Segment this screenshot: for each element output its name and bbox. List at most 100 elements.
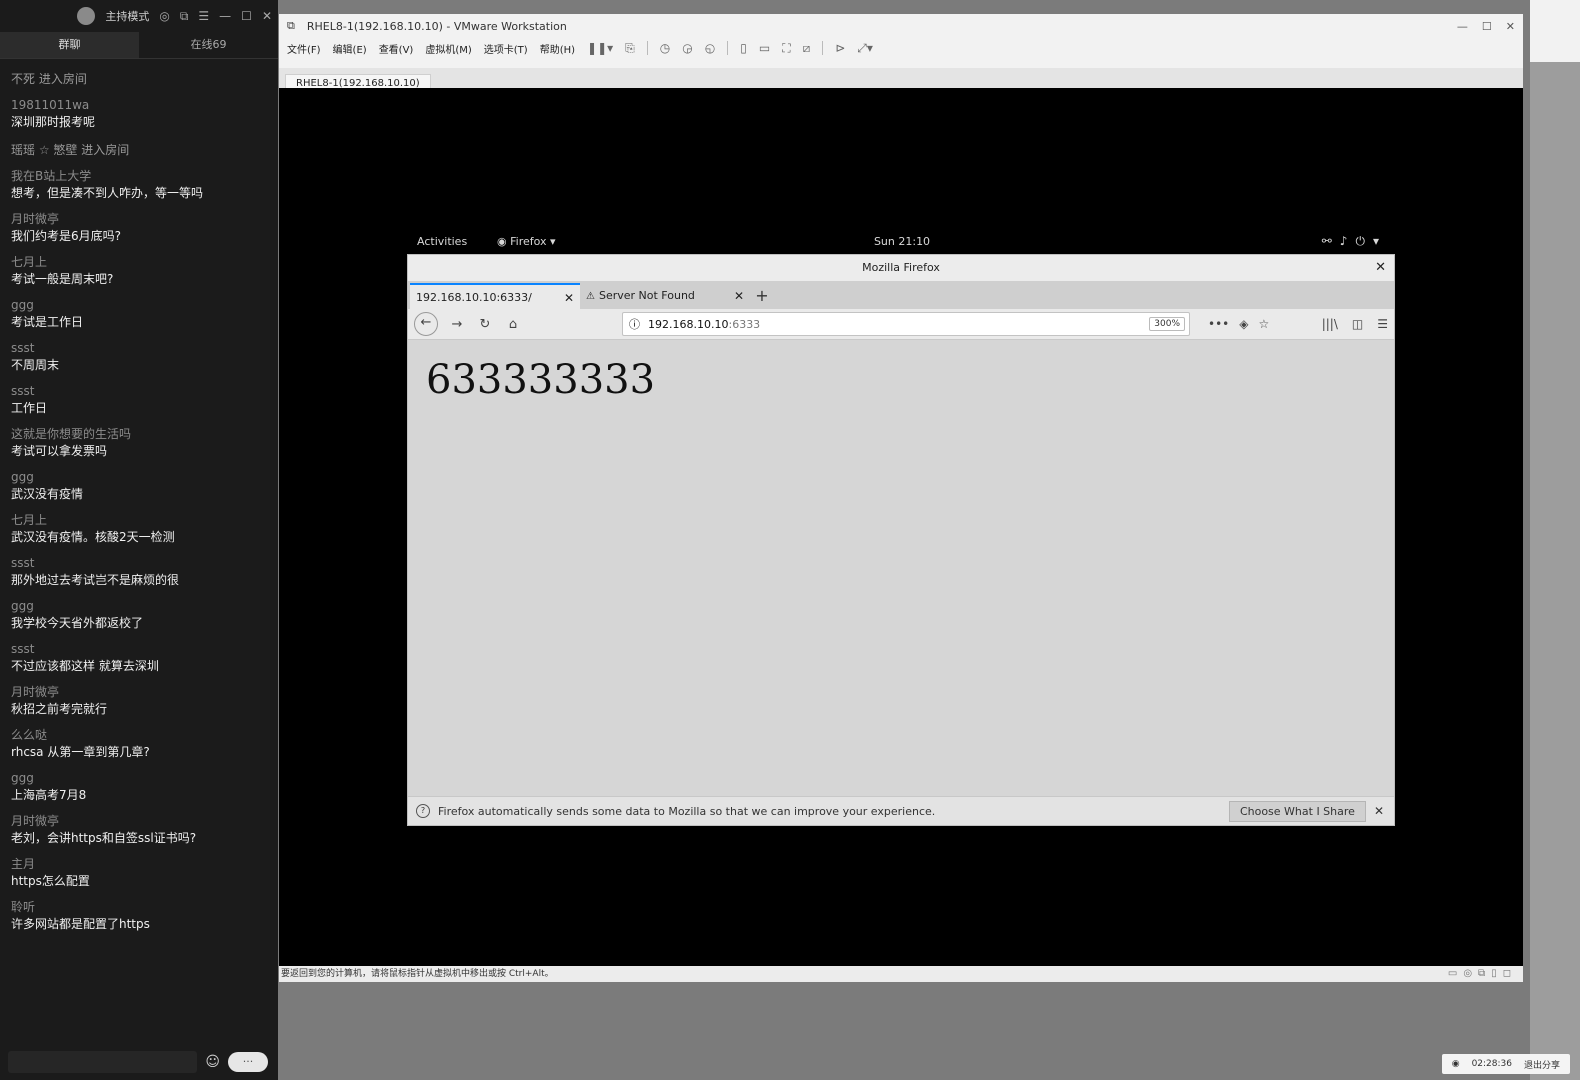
chat-message-list[interactable]: 不死 进入房间 19811011wa 深圳那时报考呢 瑶瑶 ☆ 慜壁 进入房间 我在B站…	[0, 66, 278, 1044]
chat-username[interactable]: 19811011wa	[11, 98, 267, 113]
help-icon: ?	[416, 804, 430, 818]
console-icon[interactable]: ⊳	[835, 41, 845, 55]
avatar[interactable]	[77, 7, 96, 25]
emoji-icon[interactable]: ☺	[205, 1054, 220, 1070]
sidebar-icon[interactable]: ◫	[1352, 317, 1363, 331]
menu-view[interactable]: 查看(V)	[379, 41, 414, 56]
clock[interactable]: Sun 21:10	[407, 235, 1397, 248]
info-icon[interactable]: ⓘ	[629, 316, 640, 332]
chat-username[interactable]: 聆听	[11, 900, 267, 915]
new-tab-button[interactable]: +	[750, 283, 774, 309]
divider	[646, 41, 648, 55]
snapshot-icon[interactable]: ◷	[660, 41, 670, 55]
chat-message: ggg 考试是工作日	[0, 294, 278, 337]
chat-username[interactable]: 我在B站上大学	[11, 169, 267, 184]
menu-vm[interactable]: 虚拟机(M)	[425, 41, 471, 56]
bookmark-star-icon[interactable]: ☆	[1258, 317, 1269, 331]
chat-text: 不死 进入房间	[11, 72, 87, 86]
menu-icon[interactable]: ☰	[198, 9, 209, 23]
close-tab-icon[interactable]: ✕	[734, 283, 744, 309]
unity-icon[interactable]: ⧄	[803, 41, 811, 56]
vmware-window: ⧉ RHEL8-1(192.168.10.10) - VMware Workst…	[279, 14, 1523, 982]
sidebar-toggle-icon[interactable]: ▯	[740, 41, 747, 55]
chat-message: ssst 不过应该都这样 就算去深圳	[0, 638, 278, 681]
chat-username[interactable]: 主月	[11, 857, 267, 872]
close-icon[interactable]: ✕	[1374, 804, 1384, 818]
url-bar[interactable]: ⓘ 192.168.10.10 :6333 300%	[622, 312, 1190, 336]
chat-message: 不死 进入房间	[0, 66, 278, 94]
page-actions-icon[interactable]: •••	[1208, 317, 1229, 331]
vm-screen[interactable]: Activities ◉ Firefox ▾ Sun 21:10 ⚯♪⏻▾ Mo…	[279, 88, 1523, 966]
chat-message: 月时微亭 老刘，会讲https和自签ssl证书吗?	[0, 810, 278, 853]
tab-local-site[interactable]: 192.168.10.10:6333/ ✕	[410, 283, 580, 309]
chat-username[interactable]: ggg	[11, 599, 267, 614]
chat-username[interactable]: 么么哒	[11, 728, 267, 743]
choose-what-i-share-button[interactable]: Choose What I Share	[1228, 800, 1366, 822]
stretch-icon[interactable]: ⤢▾	[857, 41, 873, 56]
chat-username[interactable]: ssst	[11, 556, 267, 571]
settings-icon[interactable]: ◎	[159, 9, 169, 23]
chat-text: https怎么配置	[11, 874, 90, 888]
chat-username[interactable]: 月时微亭	[11, 212, 267, 227]
minimize-icon[interactable]: —	[219, 9, 231, 23]
chat-message: 七月上 考试一般是周末吧?	[0, 251, 278, 294]
vmware-status-bar: 要返回到您的计算机，请将鼠标指针从虚拟机中移出或按 Ctrl+Alt。 ▭◎⧉▯…	[279, 966, 1523, 982]
menu-tabs[interactable]: 选项卡(T)	[484, 41, 528, 56]
background-window-titlebar	[1530, 0, 1580, 62]
chat-message: 这就是你想要的生活吗 考试可以拿发票吗	[0, 423, 278, 466]
send-button[interactable]: ···	[228, 1052, 268, 1072]
tab-group-chat[interactable]: 群聊	[0, 32, 139, 58]
chat-message: 七月上 武汉没有疫情。核酸2天一检测	[0, 509, 278, 552]
chat-username[interactable]: 这就是你想要的生活吗	[11, 427, 267, 442]
zoom-indicator[interactable]: 300%	[1149, 317, 1185, 331]
tab-label: Server Not Found	[598, 289, 695, 302]
menu-help[interactable]: 帮助(H)	[540, 41, 575, 56]
chat-username[interactable]: 七月上	[11, 513, 267, 528]
chat-username[interactable]: 月时微亭	[11, 685, 267, 700]
close-icon[interactable]: ✕	[1506, 20, 1515, 33]
chat-username[interactable]: ssst	[11, 642, 267, 657]
forward-button[interactable]: →	[448, 317, 466, 332]
tab-online[interactable]: 在线69	[139, 32, 278, 58]
minimize-icon[interactable]: —	[1457, 20, 1468, 33]
library-icon[interactable]: |||\	[1322, 317, 1338, 331]
close-icon[interactable]: ✕	[262, 9, 272, 23]
hamburger-menu-icon[interactable]: ☰	[1377, 317, 1388, 331]
vmware-menu-bar: 文件(F) 编辑(E) 查看(V) 虚拟机(M) 选项卡(T) 帮助(H) ❚❚…	[279, 38, 1523, 58]
menu-file[interactable]: 文件(F)	[287, 41, 321, 56]
pocket-icon[interactable]: ◈	[1239, 317, 1248, 331]
chat-message: 月时微亭 我们约考是6月底吗?	[0, 208, 278, 251]
maximize-icon[interactable]: ☐	[241, 9, 252, 23]
thumbnail-icon[interactable]: ▭	[759, 41, 770, 55]
firefox-window: Mozilla Firefox ✕ 192.168.10.10:6333/ ✕ …	[407, 254, 1395, 826]
notification-bar: ? Firefox automatically sends some data …	[408, 796, 1394, 825]
tab-server-not-found[interactable]: ⚠ Server Not Found ✕	[580, 283, 750, 309]
chat-input[interactable]	[8, 1051, 198, 1073]
home-button[interactable]: ⌂	[504, 317, 522, 332]
send-ctrl-alt-del-icon[interactable]: ⎘	[625, 41, 635, 56]
revert-snapshot-icon[interactable]: ◶	[682, 41, 692, 55]
share-icon[interactable]: ⧉	[180, 9, 189, 24]
close-icon[interactable]: ✕	[1375, 255, 1386, 281]
chat-username[interactable]: 七月上	[11, 255, 267, 270]
chat-username[interactable]: ssst	[11, 341, 267, 356]
reload-button[interactable]: ↻	[476, 317, 494, 332]
exit-share-button[interactable]: 退出分享	[1524, 1058, 1560, 1071]
background-window-edge	[1530, 0, 1580, 1080]
snapshot-manager-icon[interactable]: ◵	[705, 41, 715, 55]
chat-username[interactable]: ssst	[11, 384, 267, 399]
chat-username[interactable]: ggg	[11, 771, 267, 786]
chat-username[interactable]: ggg	[11, 470, 267, 485]
chat-username[interactable]: ggg	[11, 298, 267, 313]
pause-icon[interactable]: ❚❚▾	[587, 41, 613, 55]
volume-icon: ♪	[1339, 234, 1356, 248]
fullscreen-icon[interactable]: ⛶	[782, 41, 790, 56]
back-button[interactable]: ←	[414, 312, 438, 336]
device-icons[interactable]: ▭◎⧉▯◻	[1448, 966, 1517, 982]
status-text: 要返回到您的计算机，请将鼠标指针从虚拟机中移出或按 Ctrl+Alt。	[281, 969, 554, 979]
maximize-icon[interactable]: ☐	[1482, 20, 1492, 33]
system-menu[interactable]: ⚯♪⏻▾	[1322, 234, 1387, 249]
menu-edit[interactable]: 编辑(E)	[333, 41, 367, 56]
chat-username[interactable]: 月时微亭	[11, 814, 267, 829]
close-tab-icon[interactable]: ✕	[564, 285, 574, 311]
